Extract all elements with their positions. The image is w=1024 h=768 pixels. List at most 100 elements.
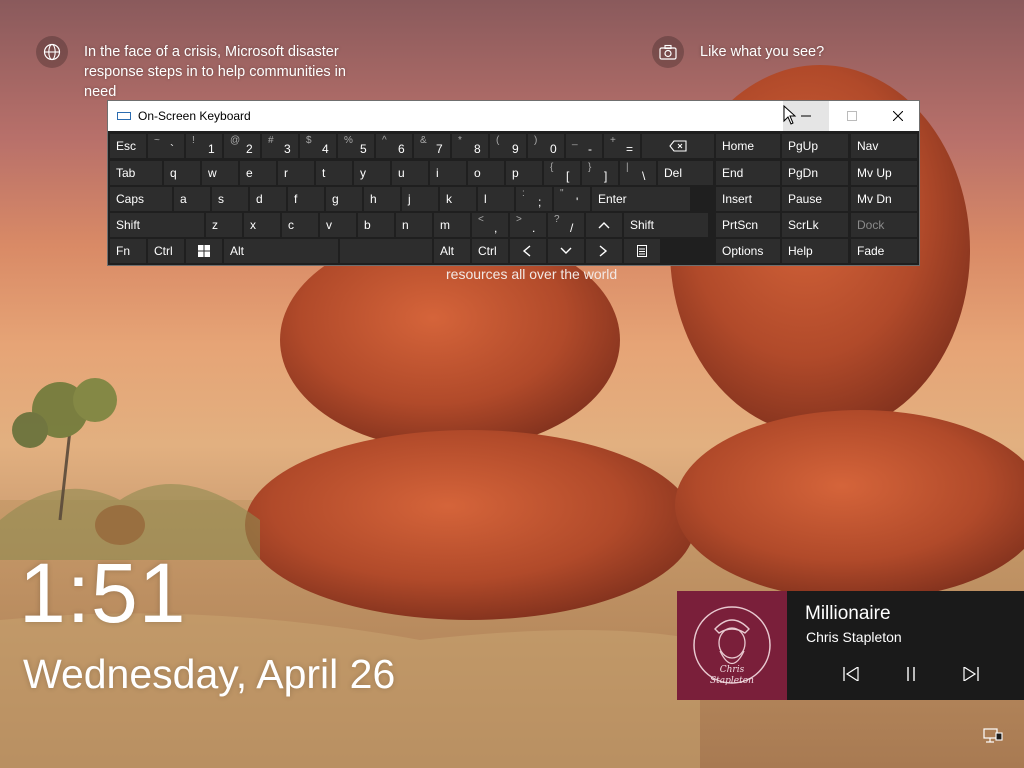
key-help[interactable]: Help (782, 239, 848, 263)
key-symbol-label: 4 (322, 142, 329, 156)
key-c[interactable]: c (282, 213, 318, 237)
key-symbol[interactable]: + = (604, 134, 640, 158)
key-dock[interactable]: Dock (851, 213, 917, 237)
next-track-button[interactable] (958, 663, 984, 685)
key-del[interactable]: Del (658, 161, 713, 185)
key-label: Esc (116, 139, 137, 153)
key-6[interactable]: ^ 6 (376, 134, 412, 158)
spotlight-info-text[interactable]: In the face of a crisis, Microsoft disas… (84, 42, 374, 102)
key-u[interactable]: u (392, 161, 428, 185)
key-symbol[interactable]: " ' (554, 187, 590, 211)
key-4[interactable]: $4 (300, 134, 336, 158)
key-esc[interactable]: Esc (110, 134, 146, 158)
key-insert[interactable]: Insert (716, 187, 780, 211)
key-alt[interactable]: Alt (434, 239, 470, 263)
close-button[interactable] (875, 101, 921, 131)
key-label: x (250, 218, 256, 232)
key-ctrl[interactable]: Ctrl (472, 239, 508, 263)
key-tab[interactable]: Tab (110, 161, 162, 185)
osk-title-bar[interactable]: On-Screen Keyboard (108, 101, 919, 131)
key-b[interactable]: b (358, 213, 394, 237)
key-symbol[interactable]: | \ (620, 161, 656, 185)
left-arrow-key[interactable] (510, 239, 546, 263)
down-arrow-key[interactable] (548, 239, 584, 263)
key-pgdn[interactable]: PgDn (782, 161, 848, 185)
key-symbol[interactable]: >. (510, 213, 546, 237)
key-e[interactable]: e (240, 161, 276, 185)
key-shift[interactable]: Shift (624, 213, 708, 237)
key-k[interactable]: k (440, 187, 476, 211)
key-h[interactable]: h (364, 187, 400, 211)
key-p[interactable]: p (506, 161, 542, 185)
key-symbol[interactable]: _ - (566, 134, 602, 158)
key-q[interactable]: q (164, 161, 200, 185)
key-home[interactable]: Home (716, 134, 780, 158)
previous-track-button[interactable] (838, 663, 864, 685)
maximize-button[interactable] (829, 101, 875, 131)
key-enter[interactable]: Enter (592, 187, 690, 211)
key-mv-up[interactable]: Mv Up (851, 161, 917, 185)
key-2[interactable]: @2 (224, 134, 260, 158)
key-7[interactable]: & 7 (414, 134, 450, 158)
key-symbol[interactable]: ~ ` (148, 134, 184, 158)
backspace-key[interactable] (642, 134, 714, 158)
key-prtscn[interactable]: PrtScn (716, 213, 780, 237)
key-nav[interactable]: Nav (851, 134, 917, 158)
key-symbol[interactable]: }] (582, 161, 618, 185)
menu-key[interactable] (624, 239, 660, 263)
key-a[interactable]: a (174, 187, 210, 211)
key-t[interactable]: t (316, 161, 352, 185)
key-r[interactable]: r (278, 161, 314, 185)
key-symbol-label: 1 (208, 142, 215, 156)
key-fade[interactable]: Fade (851, 239, 917, 263)
key-ctrl[interactable]: Ctrl (148, 239, 184, 263)
key-symbol[interactable]: {[ (544, 161, 580, 185)
key-0[interactable]: ) 0 (528, 134, 564, 158)
key-shift[interactable]: Shift (110, 213, 204, 237)
key-w[interactable]: w (202, 161, 238, 185)
globe-icon-button[interactable] (36, 36, 68, 68)
key-symbol[interactable]: :; (516, 187, 552, 211)
key-o[interactable]: o (468, 161, 504, 185)
key-1[interactable]: ! 1 (186, 134, 222, 158)
key-caps[interactable]: Caps (110, 187, 172, 211)
lock-date: Wednesday, April 26 (23, 651, 396, 697)
key-pgup[interactable]: PgUp (782, 134, 848, 158)
key-i[interactable]: i (430, 161, 466, 185)
windows-key[interactable] (186, 239, 222, 263)
right-arrow-key[interactable] (586, 239, 622, 263)
key-symbol[interactable]: <, (472, 213, 508, 237)
key-8[interactable]: * 8 (452, 134, 488, 158)
key-5[interactable]: % 5 (338, 134, 374, 158)
key-m[interactable]: m (434, 213, 470, 237)
pause-button[interactable] (898, 663, 924, 685)
key-j[interactable]: j (402, 187, 438, 211)
key-v[interactable]: v (320, 213, 356, 237)
key-end[interactable]: End (716, 161, 780, 185)
key-x[interactable]: x (244, 213, 280, 237)
key-scrlk[interactable]: ScrLk (782, 213, 848, 237)
key-options[interactable]: Options (716, 239, 780, 263)
network-icon-button[interactable] (983, 727, 1003, 745)
like-what-you-see-link[interactable]: Like what you see? (700, 42, 824, 62)
key-d[interactable]: d (250, 187, 286, 211)
key-label: Insert (722, 192, 753, 206)
up-arrow-key[interactable] (586, 213, 622, 237)
key-pause[interactable]: Pause (782, 187, 848, 211)
close-icon (893, 111, 903, 121)
key-3[interactable]: #3 (262, 134, 298, 158)
key-l[interactable]: l (478, 187, 514, 211)
space-key[interactable] (340, 239, 432, 263)
key-fn[interactable]: Fn (110, 239, 146, 263)
key-g[interactable]: g (326, 187, 362, 211)
key-mv-dn[interactable]: Mv Dn (851, 187, 917, 211)
key-z[interactable]: z (206, 213, 242, 237)
key-n[interactable]: n (396, 213, 432, 237)
key-y[interactable]: y (354, 161, 390, 185)
key-9[interactable]: (9 (490, 134, 526, 158)
camera-icon-button[interactable] (652, 36, 684, 68)
key-s[interactable]: s (212, 187, 248, 211)
key-alt[interactable]: Alt (224, 239, 338, 263)
key-symbol[interactable]: ? / (548, 213, 584, 237)
key-f[interactable]: f (288, 187, 324, 211)
